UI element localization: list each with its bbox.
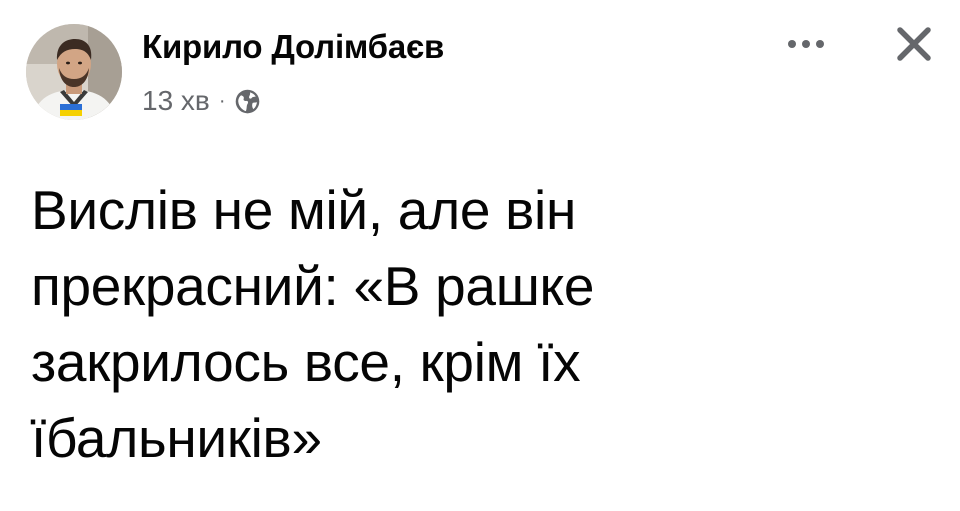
more-horizontal-icon xyxy=(788,40,824,48)
close-button[interactable] xyxy=(886,16,942,72)
post-meta: 13 хв · xyxy=(142,82,261,120)
more-options-button[interactable] xyxy=(780,26,832,62)
facebook-post: Кирило Долімбаєв 13 хв · Вислів не мій, … xyxy=(0,0,960,511)
globe-icon[interactable] xyxy=(234,88,261,115)
author-avatar[interactable] xyxy=(26,24,122,120)
post-timestamp[interactable]: 13 хв xyxy=(142,85,210,117)
author-name[interactable]: Кирило Долімбаєв xyxy=(142,24,444,70)
close-icon xyxy=(897,27,931,61)
post-body-text: Вислів не мій, але він прекрасний: «В ра… xyxy=(31,179,595,469)
profile-photo-icon xyxy=(26,24,122,120)
meta-separator: · xyxy=(218,90,226,112)
